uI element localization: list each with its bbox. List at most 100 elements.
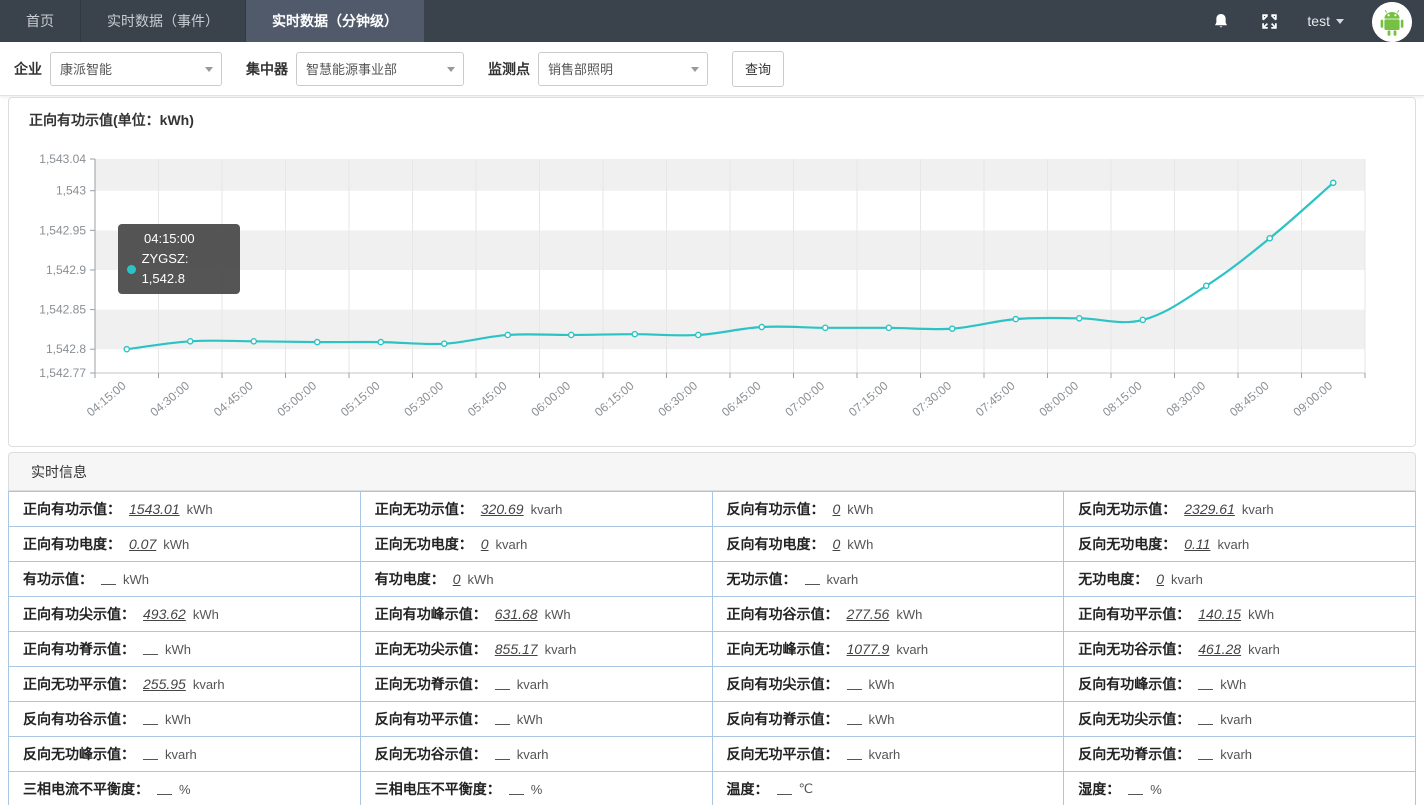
cell-value: 1077.9 — [847, 641, 890, 657]
cell-unit: kWh — [165, 712, 191, 727]
cell-value-empty — [143, 714, 158, 725]
cell-value-empty — [509, 784, 524, 795]
realtime-cell: 正向无功谷示值：461.28kvarh — [1064, 632, 1415, 666]
realtime-table: 正向有功示值：1543.01kWh正向无功示值：320.69kvarh反向有功示… — [8, 491, 1416, 805]
realtime-cell: 正向无功示值：320.69kvarh — [361, 492, 713, 526]
realtime-cell: 反向无功峰示值：kvarh — [9, 737, 361, 771]
y-tick-label: 1,542.77 — [39, 366, 86, 380]
realtime-cell: 正向无功脊示值：kvarh — [361, 667, 713, 701]
realtime-cell: 正向有功脊示值：kWh — [9, 632, 361, 666]
realtime-cell: 无功电度：0kvarh — [1064, 562, 1415, 596]
cell-value-empty — [495, 714, 510, 725]
realtime-cell: 正向有功谷示值：277.56kWh — [713, 597, 1065, 631]
cell-unit: kWh — [123, 572, 149, 587]
data-point — [696, 332, 701, 337]
cell-unit: kWh — [165, 642, 191, 657]
cell-label: 三相电压不平衡度： — [375, 779, 501, 799]
y-tick-label: 1,542.95 — [39, 223, 86, 237]
cell-unit: kWh — [847, 502, 873, 517]
data-point — [442, 341, 447, 346]
cell-label: 三相电流不平衡度： — [23, 779, 149, 799]
x-tick-label: 06:30:00 — [655, 378, 700, 419]
cell-unit: kvarh — [517, 747, 549, 762]
bell-icon[interactable] — [1211, 11, 1231, 31]
line-chart[interactable]: 1,542.771,542.81,542.851,542.91,542.951,… — [9, 124, 1415, 444]
cell-unit: % — [531, 782, 543, 797]
cell-value-empty — [847, 679, 862, 690]
concentrator-select[interactable]: 智慧能源事业部 — [296, 52, 464, 86]
x-tick-label: 07:45:00 — [973, 378, 1018, 419]
cell-unit: kvarh — [545, 642, 577, 657]
realtime-panel: 实时信息 正向有功示值：1543.01kWh正向无功示值：320.69kvarh… — [8, 452, 1416, 805]
cell-value-empty — [157, 784, 172, 795]
cell-value: 0.07 — [129, 536, 156, 552]
cell-unit: kWh — [193, 607, 219, 622]
cell-value: 0 — [1156, 571, 1164, 587]
realtime-table-row: 正向有功电度：0.07kWh正向无功电度：0kvarh反向有功电度：0kWh反向… — [9, 527, 1415, 562]
x-tick-label: 04:15:00 — [84, 378, 129, 419]
realtime-table-row: 有功示值：kWh有功电度：0kWh无功示值：kvarh无功电度：0kvarh — [9, 562, 1415, 597]
cell-label: 反向有功电度： — [727, 534, 825, 554]
cell-label: 无功电度： — [1078, 569, 1148, 589]
realtime-cell: 三相电流不平衡度：% — [9, 772, 361, 805]
cell-label: 正向有功示值： — [23, 499, 121, 519]
cell-label: 反向无功示值： — [1078, 499, 1176, 519]
cell-unit: kvarh — [896, 642, 928, 657]
data-point — [569, 332, 574, 337]
monitor-point-label: 监测点 — [488, 59, 530, 79]
cell-label: 反向有功谷示值： — [23, 709, 135, 729]
cell-label: 正向有功谷示值： — [727, 604, 839, 624]
cell-value: 0 — [833, 536, 841, 552]
cell-label: 反向无功峰示值： — [23, 744, 135, 764]
realtime-table-row: 三相电流不平衡度：%三相电压不平衡度：%温度：℃湿度：% — [9, 772, 1415, 805]
nav-tab-home[interactable]: 首页 — [0, 0, 81, 42]
realtime-cell: 有功电度：0kWh — [361, 562, 713, 596]
cell-label: 正向无功平示值： — [23, 674, 135, 694]
nav-tab-realtime-event-label: 实时数据（事件） — [107, 11, 219, 31]
cell-value: 277.56 — [847, 606, 890, 622]
cell-value: 255.95 — [143, 676, 186, 692]
cell-unit: ℃ — [799, 781, 814, 797]
cell-label: 正向有功尖示值： — [23, 604, 135, 624]
realtime-cell: 正向无功峰示值：1077.9kvarh — [713, 632, 1065, 666]
cell-label: 有功示值： — [23, 569, 93, 589]
enterprise-select[interactable]: 康派智能 — [50, 52, 222, 86]
data-point — [759, 324, 764, 329]
x-tick-label: 08:45:00 — [1227, 378, 1272, 419]
cell-unit: kWh — [1248, 607, 1274, 622]
data-point — [1267, 236, 1272, 241]
realtime-cell: 正向无功平示值： 255.95 kvarh — [9, 667, 361, 701]
x-tick-label: 05:45:00 — [465, 378, 510, 419]
data-point — [1013, 317, 1018, 322]
realtime-cell: 反向有功平示值：kWh — [361, 702, 713, 736]
cell-value-empty — [805, 574, 820, 585]
cell-value-empty — [777, 784, 792, 795]
user-menu[interactable]: test — [1307, 13, 1344, 29]
data-point — [1331, 180, 1336, 185]
realtime-cell: 反向有功脊示值：kWh — [713, 702, 1065, 736]
cell-label: 反向有功示值： — [727, 499, 825, 519]
cell-value-empty — [101, 574, 116, 585]
cell-label: 正向无功电度： — [375, 534, 473, 554]
y-tick-label: 1,542.8 — [46, 342, 86, 356]
android-avatar[interactable] — [1372, 2, 1412, 42]
query-button[interactable]: 查询 — [732, 51, 784, 87]
cell-label: 正向有功平示值： — [1078, 604, 1190, 624]
data-point — [886, 325, 891, 330]
cell-unit: kWh — [869, 677, 895, 692]
x-tick-label: 09:00:00 — [1290, 378, 1335, 419]
nav-tab-realtime-minute[interactable]: 实时数据（分钟级） — [246, 0, 424, 42]
concentrator-label: 集中器 — [246, 59, 288, 79]
cell-unit: kWh — [1220, 677, 1246, 692]
cell-unit: kvarh — [517, 677, 549, 692]
cell-value: 320.69 — [481, 501, 524, 517]
fullscreen-icon[interactable] — [1259, 11, 1279, 31]
cell-unit: kWh — [869, 712, 895, 727]
data-point — [823, 325, 828, 330]
nav-tab-realtime-event[interactable]: 实时数据（事件） — [81, 0, 246, 42]
monitor-point-select-value: 销售部照明 — [548, 59, 613, 78]
monitor-point-select[interactable]: 销售部照明 — [538, 52, 708, 86]
cell-unit: kvarh — [193, 677, 225, 692]
cell-value-empty — [847, 749, 862, 760]
nav-tab-home-label: 首页 — [26, 11, 54, 31]
